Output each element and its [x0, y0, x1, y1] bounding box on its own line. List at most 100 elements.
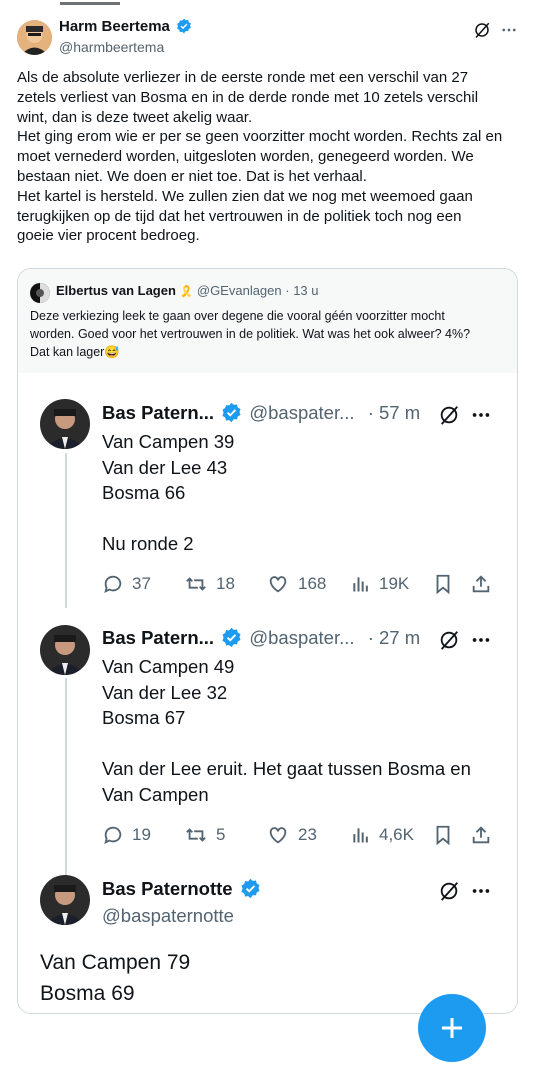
- views-icon: [353, 828, 368, 843]
- thread-author-name[interactable]: Bas Patern...: [102, 402, 214, 423]
- thread-screenshot: Bas Patern... @baspater... · 57 m Van Ca…: [18, 373, 517, 1013]
- thread-author-handle[interactable]: @baspater...: [249, 402, 354, 423]
- thread-line: Bosma 69: [40, 982, 135, 1005]
- thread-author-name[interactable]: Bas Paternotte: [102, 878, 233, 899]
- reply-icon: [104, 575, 122, 594]
- verified-icon: [241, 878, 260, 899]
- quoted-author-name[interactable]: Elbertus van Lagen: [56, 283, 176, 298]
- ribbon-emoji: 🎗️: [179, 286, 194, 298]
- tweet-line: wint, dan is deze tweet akelig waar.: [17, 108, 253, 126]
- thread-line: Bosma 67: [102, 707, 186, 728]
- thread-line: Van Campen: [102, 783, 209, 805]
- reply-button[interactable]: 19: [102, 824, 151, 846]
- thread-text: Van Campen 79 Bosma 69: [40, 947, 190, 1009]
- repost-icon: [186, 577, 206, 591]
- thread-line: [102, 731, 471, 757]
- tweet-text: Als de absolute verliezer in de eerste r…: [17, 68, 502, 246]
- grok-icon[interactable]: [438, 880, 460, 902]
- thread-text: Van Campen 49 Van der Lee 32 Bosma 67 Va…: [102, 654, 471, 807]
- thread-avatar[interactable]: [40, 875, 90, 925]
- repost-count: 18: [216, 574, 235, 593]
- grok-icon[interactable]: [473, 21, 491, 39]
- more-icon[interactable]: [470, 629, 492, 651]
- thread-author-name[interactable]: Bas Patern...: [102, 627, 214, 648]
- verified-icon: [222, 627, 241, 648]
- views-button[interactable]: 19K: [351, 573, 409, 595]
- thread-text: Van Campen 39 Van der Lee 43 Bosma 66 Nu…: [102, 429, 234, 557]
- quoted-line: worden. Goed voor het vertrouwen in de p…: [30, 327, 471, 341]
- reply-count: 37: [132, 574, 151, 593]
- compose-icon: [442, 1018, 462, 1038]
- thread-item-header: Bas Paternotte: [102, 878, 263, 900]
- like-icon: [269, 576, 287, 593]
- author-name-text[interactable]: Harm Beertema: [59, 18, 170, 35]
- tweet-line: goeie vier procent bedroeg.: [17, 227, 200, 245]
- quoted-time[interactable]: · 13 u: [285, 283, 318, 298]
- tweet-line: Het ging erom wie er per se geen voorzit…: [17, 128, 503, 146]
- views-icon: [353, 577, 368, 592]
- thread-line: Nu ronde 2: [102, 533, 194, 554]
- tweet-line: terugkijken op de tijd dat het vertrouwe…: [17, 207, 462, 225]
- like-button[interactable]: 168: [266, 573, 326, 595]
- thread-line: Van der Lee 32: [102, 681, 228, 703]
- thread-connector: [65, 453, 67, 608]
- thread-author-handle[interactable]: @baspaternotte: [102, 905, 234, 927]
- tweet-line: moet vernederd worden, uitgesloten worde…: [17, 148, 474, 166]
- like-button[interactable]: 23: [266, 824, 317, 846]
- quoted-author-row: Elbertus van Lagen 🎗️ @GEvanlagen · 13 u: [56, 283, 319, 298]
- thread-avatar[interactable]: [40, 625, 90, 675]
- share-icon[interactable]: [470, 573, 492, 595]
- thread-line: Van der Lee 43: [102, 456, 228, 478]
- thread-time[interactable]: · 57 m: [368, 402, 420, 423]
- thread-time[interactable]: · 27 m: [368, 627, 420, 648]
- author-handle[interactable]: @harmbeertema: [59, 39, 164, 55]
- avatar[interactable]: [17, 20, 52, 55]
- tweet-line: zetels verliest van Bosma en in de derde…: [17, 88, 479, 106]
- views-count: 4,6K: [379, 825, 414, 844]
- verified-icon: [177, 18, 191, 34]
- thread-item-header: Bas Patern... @baspater... · 57 m: [102, 402, 420, 424]
- quoted-avatar[interactable]: [30, 283, 50, 303]
- thread-line: Van der Lee eruit. Het gaat tussen Bosma…: [102, 758, 471, 779]
- thread-author-handle[interactable]: @baspater...: [249, 627, 354, 648]
- quoted-text: Deze verkiezing leek te gaan over degene…: [30, 307, 470, 361]
- thread-line: Bosma 66: [102, 482, 186, 503]
- quoted-tweet-header-area: Elbertus van Lagen 🎗️ @GEvanlagen · 13 u…: [18, 269, 517, 373]
- share-icon[interactable]: [470, 824, 492, 846]
- views-button[interactable]: 4,6K: [351, 824, 414, 846]
- grok-icon[interactable]: [438, 404, 460, 426]
- bookmark-icon[interactable]: [432, 824, 454, 846]
- thread-line: Van Campen 39: [102, 431, 235, 452]
- reply-count: 19: [132, 825, 151, 844]
- quoted-author-handle[interactable]: @GEvanlagen: [197, 283, 282, 298]
- tweet-line: Als de absolute verliezer in de eerste r…: [17, 69, 469, 86]
- like-count: 23: [298, 825, 317, 844]
- compose-button[interactable]: [418, 994, 486, 1062]
- bookmark-icon[interactable]: [432, 573, 454, 595]
- author-name[interactable]: Harm Beertema: [59, 18, 192, 35]
- thread-line: Van Campen 79: [40, 951, 191, 974]
- repost-count: 5: [216, 825, 226, 844]
- thread-connector: [65, 678, 67, 883]
- thread-item-header: Bas Patern... @baspater... · 27 m: [102, 627, 420, 649]
- reply-icon: [104, 826, 122, 845]
- repost-button[interactable]: 5: [184, 824, 225, 846]
- views-count: 19K: [379, 574, 410, 593]
- thread-avatar[interactable]: [40, 399, 90, 449]
- more-icon[interactable]: [500, 21, 518, 39]
- more-icon[interactable]: [470, 880, 492, 902]
- reply-button[interactable]: 37: [102, 573, 151, 595]
- repost-icon: [186, 828, 206, 842]
- quoted-line: Deze verkiezing leek te gaan over degene…: [30, 309, 445, 323]
- like-icon: [269, 827, 287, 844]
- thread-line: Van Campen 49: [102, 656, 235, 677]
- more-icon[interactable]: [470, 404, 492, 426]
- verified-icon: [222, 402, 241, 423]
- quoted-tweet[interactable]: Elbertus van Lagen 🎗️ @GEvanlagen · 13 u…: [17, 268, 518, 1014]
- tweet-line: Het kartel is hersteld. We zullen zien d…: [17, 187, 473, 205]
- quoted-line: Dat kan lager😅: [30, 345, 120, 359]
- repost-button[interactable]: 18: [184, 573, 235, 595]
- thread-line: [102, 506, 234, 532]
- grok-icon[interactable]: [438, 629, 460, 651]
- tweet-line: bestaan niet. We doen er niet toe. Dat i…: [17, 167, 367, 185]
